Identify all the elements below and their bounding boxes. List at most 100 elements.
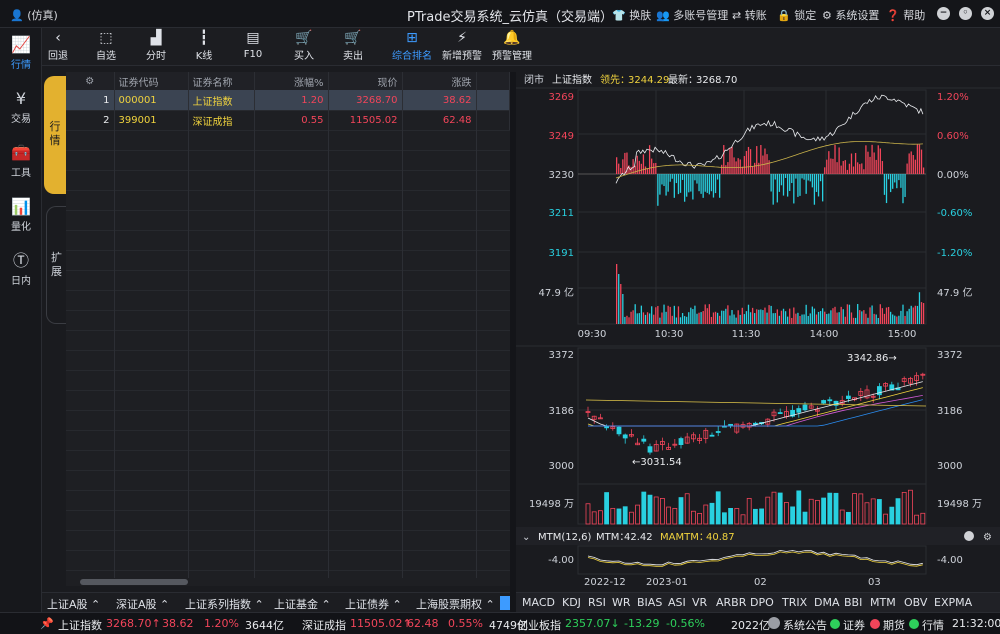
- help-button[interactable]: ❓ 帮助: [886, 7, 925, 23]
- kline-high-note: 3342.86→: [847, 353, 897, 364]
- volume-bar: [902, 304, 904, 324]
- horizontal-scrollbar[interactable]: [66, 578, 510, 586]
- indicator-tab[interactable]: RSI: [588, 596, 606, 609]
- histogram-bar: [793, 174, 795, 204]
- status-index-name[interactable]: 深证成指: [302, 617, 346, 633]
- histogram-bar: [803, 174, 805, 180]
- volume-bar: [624, 316, 626, 324]
- volume-bar: [731, 310, 733, 324]
- volume-bar: [653, 314, 655, 324]
- volume-bar: [780, 310, 783, 324]
- indicator-tab[interactable]: DPO: [750, 596, 774, 609]
- f10-icon: ▤: [246, 30, 260, 46]
- histogram-bar: [813, 174, 816, 205]
- volume-bar: [799, 315, 801, 324]
- tab-sh-a[interactable]: 上证A股 ⌃: [47, 596, 100, 612]
- tab-market[interactable]: 行 情: [44, 76, 66, 194]
- volume-bar: [728, 508, 734, 525]
- table-row[interactable]: 2 399001 深证成指 0.55 11505.02 62.48: [66, 110, 510, 130]
- volume-bar: [688, 312, 690, 324]
- volume-bar: [796, 490, 802, 525]
- nav-trade[interactable]: ¥ 交易: [0, 82, 42, 132]
- scroll-thumb[interactable]: [80, 579, 188, 585]
- status-index-name[interactable]: 创业板指: [517, 617, 561, 633]
- volume-bar: [618, 274, 620, 324]
- alert-manage-icon: 🔔: [503, 30, 521, 46]
- close-icon[interactable]: ×: [981, 7, 994, 20]
- volume-bar: [771, 491, 777, 525]
- lock-button[interactable]: 🔒 锁定: [777, 7, 816, 23]
- indicator-tab[interactable]: TRIX: [782, 596, 807, 609]
- timeshare-button[interactable]: ▟ 分时: [136, 30, 176, 62]
- histogram-bar: [648, 145, 651, 174]
- indicator-tab[interactable]: DMA: [814, 596, 840, 609]
- indicator-tab[interactable]: OBV: [904, 596, 927, 609]
- settings-button[interactable]: ⚙ 系统设置: [822, 7, 879, 23]
- col-pct[interactable]: 涨幅%: [254, 72, 329, 90]
- alert-manage-button[interactable]: 🔔 预警管理: [492, 30, 532, 62]
- indicator-tab[interactable]: ARBR: [716, 596, 746, 609]
- tab-sh-bond[interactable]: 上证债券 ⌃: [345, 596, 402, 612]
- collapse-icon[interactable]: ⌄: [522, 532, 530, 543]
- tab-sh-fund[interactable]: 上证基金 ⌃: [274, 596, 331, 612]
- add-alert-button[interactable]: ⚡ 新增预警: [442, 30, 482, 62]
- volume-bar: [815, 314, 818, 324]
- volume-bar: [814, 499, 820, 525]
- indicator-tab[interactable]: BBI: [844, 596, 862, 609]
- table-row[interactable]: 1 000001 上证指数 1.20 3268.70 38.62: [66, 90, 510, 110]
- volume-bar: [828, 313, 830, 324]
- indicator-settings-icon[interactable]: ⚙: [983, 532, 992, 543]
- minimize-icon[interactable]: −: [937, 7, 950, 20]
- volume-bar: [852, 493, 858, 525]
- histogram-bar: [822, 174, 824, 202]
- sell-button[interactable]: 🛒 卖出: [333, 30, 373, 62]
- f10-button[interactable]: ▤ F10: [233, 30, 273, 60]
- multi-account-button[interactable]: 👥 多账号管理: [656, 7, 728, 23]
- tab-sh-option[interactable]: 上海股票期权 ⌃: [416, 596, 495, 612]
- volume-bar: [782, 308, 785, 324]
- system-notice[interactable]: 系统公告: [783, 617, 827, 633]
- col-code[interactable]: 证券代码: [114, 72, 189, 90]
- back-button[interactable]: ‹ 回退: [38, 30, 78, 62]
- nav-market[interactable]: 📈 行情: [0, 28, 42, 78]
- buy-button[interactable]: 🛒 买入: [284, 30, 324, 62]
- market-tabs: 上证A股 ⌃ 深证A股 ⌃ 上证系列指数 ⌃ 上证基金 ⌃ 上证债券 ⌃ 上海股…: [42, 592, 512, 612]
- indicator-tab[interactable]: ASI: [668, 596, 686, 609]
- settings-gear-icon[interactable]: ⚙: [85, 76, 94, 87]
- volume-bar: [628, 317, 630, 324]
- indicator-tab[interactable]: WR: [612, 596, 631, 609]
- histogram-bar: [723, 145, 725, 174]
- watchlist-button[interactable]: ⬚ 自选: [86, 30, 126, 62]
- indicator-tab[interactable]: MTM: [870, 596, 896, 609]
- status-index-name[interactable]: 上证指数: [58, 617, 102, 633]
- indicator-tab[interactable]: BIAS: [637, 596, 662, 609]
- col-change[interactable]: 涨跌: [402, 72, 477, 90]
- tab-extend[interactable]: 扩 展: [46, 206, 66, 324]
- volume-bar: [871, 305, 873, 324]
- col-name[interactable]: 证券名称: [188, 72, 255, 90]
- indicator-tab[interactable]: VR: [692, 596, 707, 609]
- tab-sh-index[interactable]: 上证系列指数 ⌃: [185, 596, 264, 612]
- indicator-tab[interactable]: EXPMA: [934, 596, 972, 609]
- tab-sz-a[interactable]: 深证A股 ⌃: [116, 596, 169, 612]
- tab-more-button[interactable]: [500, 596, 510, 610]
- histogram-bar: [774, 174, 776, 180]
- close-indicator-icon[interactable]: [964, 531, 974, 541]
- indicator-tab[interactable]: MACD: [522, 596, 555, 609]
- volume-bar: [918, 292, 921, 324]
- nav-quant[interactable]: 📊 量化: [0, 190, 42, 240]
- volume-bar: [716, 312, 719, 324]
- col-price[interactable]: 现价: [328, 72, 403, 90]
- nav-intraday[interactable]: Ⓣ 日内: [0, 244, 42, 294]
- indicator-tab[interactable]: KDJ: [562, 596, 581, 609]
- user-label[interactable]: 👤 (仿真): [10, 7, 58, 23]
- volume-bar: [859, 310, 861, 324]
- nav-tools[interactable]: 🧰 工具: [0, 136, 42, 186]
- restore-icon[interactable]: ◦: [959, 7, 972, 20]
- transfer-button[interactable]: ⇄ 转账: [732, 7, 767, 23]
- ranking-button[interactable]: ⊞ 综合排名: [392, 30, 432, 62]
- timeshare-icon: ▟: [150, 30, 162, 46]
- pin-icon[interactable]: 📌: [40, 617, 54, 630]
- skin-button[interactable]: 👕 换肤: [612, 7, 651, 23]
- kline-button[interactable]: ┇ K线: [184, 30, 224, 62]
